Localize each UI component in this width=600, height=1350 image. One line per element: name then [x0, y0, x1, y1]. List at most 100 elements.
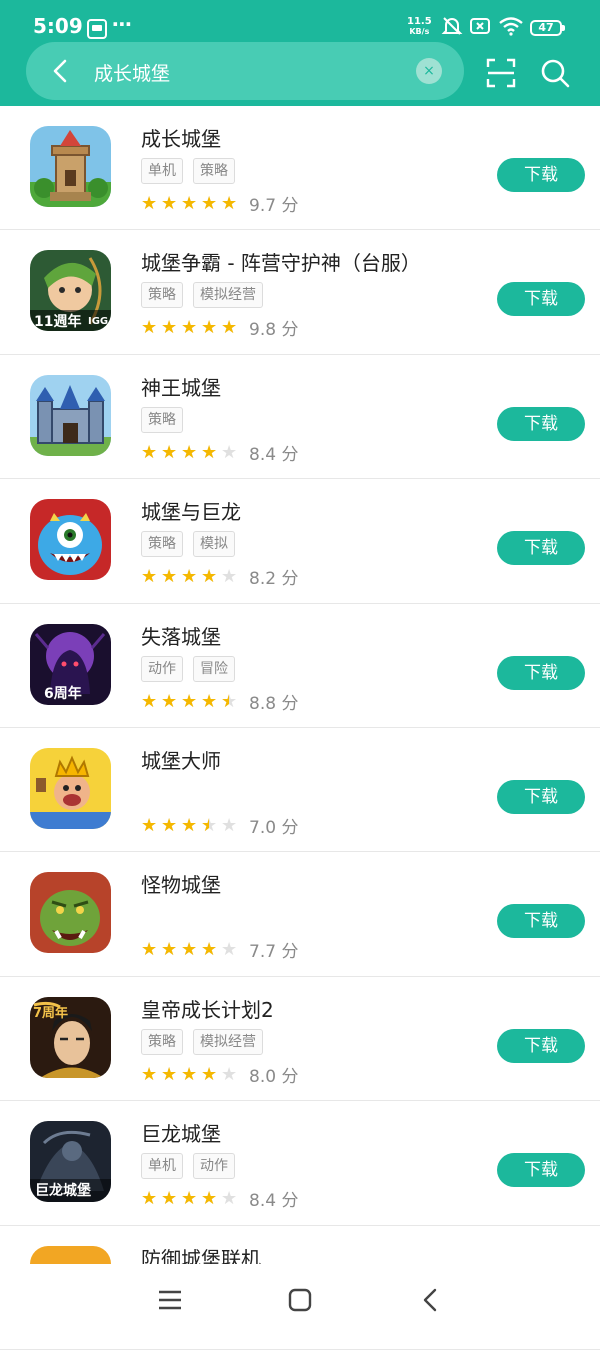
search-bar[interactable]: 成长城堡 ×	[26, 42, 464, 100]
app-list-item[interactable]: 城堡与巨龙 策略 模拟 ★ ★ ★ ★ ★ ★ ★ ★ ★ 8.2 分下载	[0, 479, 600, 604]
mute-bell-icon	[441, 17, 463, 35]
app-name[interactable]: 神王城堡	[141, 372, 221, 401]
app-list-item[interactable]: 成长城堡单机 策略 ★ ★ ★ ★ ★ ★ ★ ★ ★ ★ 9.7 分 下载	[0, 106, 600, 231]
download-button[interactable]: 下载	[497, 406, 585, 441]
app-tag: 冒险	[193, 655, 235, 682]
battery-level: 47	[538, 21, 554, 34]
app-rating: ★ ★ ★ ★ ★ ★ ★ ★ ★ 8.4 分	[141, 1186, 298, 1212]
clear-search-button[interactable]: ×	[416, 58, 442, 84]
app-list-item[interactable]: 怪物城堡 ★ ★ ★ ★ ★ ★ ★ ★ ★ 7.7 分 下载	[0, 852, 600, 977]
app-name[interactable]: 失落城堡	[141, 621, 221, 650]
app-icon[interactable]: 11週年 IGG	[30, 250, 111, 332]
app-list-item[interactable]: 巨龙城堡 巨龙城堡 单机 动作 ★ ★ ★ ★ ★ ★ ★ ★ ★ 8.4 分下载	[0, 1101, 600, 1226]
app-icon[interactable]	[30, 374, 111, 456]
rating-star-icon: ★★	[141, 1188, 158, 1210]
download-button[interactable]: 下载	[497, 779, 585, 814]
app-score: 9.8 分	[249, 320, 299, 341]
app-icon[interactable]: 巨龙城堡	[30, 1121, 111, 1203]
app-list-item[interactable]: 11週年 IGG 城堡争霸 - 阵营守护神（台服） 策略 模拟经营 ★ ★ ★ ★ ★ ★ ★ ★ ★ ★ 9…	[0, 230, 600, 355]
scan-icon[interactable]	[484, 56, 518, 90]
app-tag: 单机	[141, 158, 183, 184]
app-name[interactable]: 城堡与巨龙	[141, 496, 241, 525]
app-list-item[interactable]: 城堡大师★★★★★★★★★7.0 分下载	[0, 728, 600, 853]
download-button[interactable]: 下载	[497, 1153, 585, 1188]
app-score: 9.7 分	[249, 196, 299, 216]
app-tags: 策略	[141, 406, 193, 433]
rating-star-icon: ★★	[181, 441, 198, 463]
app-list-item[interactable]: 6周年失落城堡动作冒险★★★★★★★★★★8.8 分下载	[0, 604, 600, 728]
search-results-list: 成长城堡 单机 策略 ★ ★ ★ ★ ★ ★ ★ ★ ★ ★ 9.7 分下载 11週年 IGG 城堡争霸 - 阵…	[0, 106, 600, 1350]
rating-stars: ★★★★★★★★★	[141, 940, 241, 959]
app-tag: 策略	[193, 158, 235, 184]
rating-stars: ★★★★★★★★★★	[141, 194, 241, 213]
rating-stars: ★★★★★★★★★★	[141, 692, 241, 711]
search-icon[interactable]	[538, 56, 572, 90]
back-nav-icon[interactable]	[417, 1286, 445, 1314]
rating-star-icon: ★★	[181, 939, 198, 961]
app-icon[interactable]: 7周年	[30, 996, 111, 1078]
app-name[interactable]: 成长城堡	[141, 123, 221, 152]
app-icon-caption: 11週年	[34, 313, 81, 330]
rating-star-icon: ★★	[141, 441, 158, 463]
rating-star-icon: ★★	[181, 690, 198, 712]
app-tag: 策略	[141, 406, 183, 433]
rating-star-icon: ★★	[161, 1188, 178, 1210]
rating-star-icon: ★★	[141, 193, 158, 214]
download-button[interactable]: 下载	[497, 655, 585, 690]
app-name[interactable]: 皇帝成长计划2	[141, 994, 274, 1023]
app-score: 7.7 分	[249, 942, 299, 963]
home-nav-icon[interactable]	[286, 1286, 314, 1314]
app-icon[interactable]	[30, 747, 111, 829]
app-tags: 策略 模拟经营	[141, 1028, 273, 1055]
app-tags: 单机 策略	[141, 158, 245, 184]
network-speed-unit: KB/s	[409, 27, 430, 36]
app-name[interactable]: 巨龙城堡	[141, 1118, 221, 1147]
rating-star-icon: ★★	[201, 939, 218, 961]
rating-star-icon: ★★	[181, 1188, 198, 1210]
app-name[interactable]: 城堡大师	[141, 745, 221, 774]
download-button[interactable]: 下载	[497, 282, 585, 317]
app-rating: ★ ★ ★ ★ ★ ★ ★ ★ ★ 7.7 分	[141, 937, 299, 963]
app-icon[interactable]: 6周年	[30, 623, 111, 705]
rating-star-icon: ★★	[181, 1063, 198, 1085]
rating-star-icon: ★★	[201, 1188, 218, 1210]
download-button[interactable]: 下载	[497, 158, 585, 192]
rating-star-icon: ★★	[161, 441, 178, 463]
app-tag: 策略	[141, 282, 183, 309]
sim-blocked-icon	[470, 18, 490, 34]
rating-star-icon: ★★	[161, 317, 178, 339]
rating-stars: ★★★★★★★★★	[141, 443, 241, 462]
app-name[interactable]: 城堡争霸 - 阵营守护神（台服）	[141, 247, 421, 276]
app-rating: ★★★★★★★★★★8.8 分	[141, 689, 298, 714]
download-button[interactable]: 下载	[497, 904, 585, 939]
rating-star-icon: ★★	[221, 690, 238, 712]
rating-star-icon: ★	[221, 939, 238, 961]
menu-nav-icon[interactable]	[156, 1286, 184, 1314]
app-tags: 单机 动作	[141, 1153, 245, 1180]
app-icon[interactable]	[30, 499, 111, 581]
app-icon[interactable]	[30, 872, 111, 954]
rating-star-icon: ★★	[141, 566, 158, 588]
app-rating: ★ ★ ★ ★ ★ ★ ★ ★ ★ ★ 9.8 分	[141, 315, 299, 341]
rating-star-icon: ★★	[141, 814, 158, 836]
rating-star-icon: ★★	[141, 939, 158, 961]
rating-star-icon: ★★	[181, 317, 198, 339]
rating-star-icon: ★★	[201, 566, 218, 588]
app-tag: 策略	[141, 1028, 183, 1055]
app-list-item[interactable]: 7周年 皇帝成长计划2 策略 模拟经营 ★ ★ ★ ★ ★ ★ ★ ★ ★ 8.0 分下载	[0, 977, 600, 1102]
app-tags: 动作 冒险	[141, 655, 245, 682]
app-name[interactable]: 怪物城堡	[141, 869, 221, 898]
rating-star-icon: ★	[221, 566, 238, 588]
rating-stars: ★★★★★★★★★★	[141, 318, 241, 337]
rating-star-icon: ★	[221, 814, 238, 836]
rating-star-icon: ★★	[181, 566, 198, 588]
download-button[interactable]: 下载	[497, 1028, 585, 1063]
app-icon[interactable]	[30, 126, 111, 207]
network-speed: 11.5 KB/s	[407, 17, 432, 37]
download-button[interactable]: 下载	[497, 531, 585, 566]
app-score: 8.0 分	[249, 1066, 299, 1087]
app-list-item[interactable]: 神王城堡 策略 ★ ★ ★ ★ ★ ★ ★ ★ ★ 8.4 分下载	[0, 355, 600, 480]
search-input[interactable]: 成长城堡	[94, 59, 170, 86]
back-arrow-icon[interactable]	[46, 56, 76, 86]
rating-stars: ★★★★★★★★★	[141, 567, 241, 586]
